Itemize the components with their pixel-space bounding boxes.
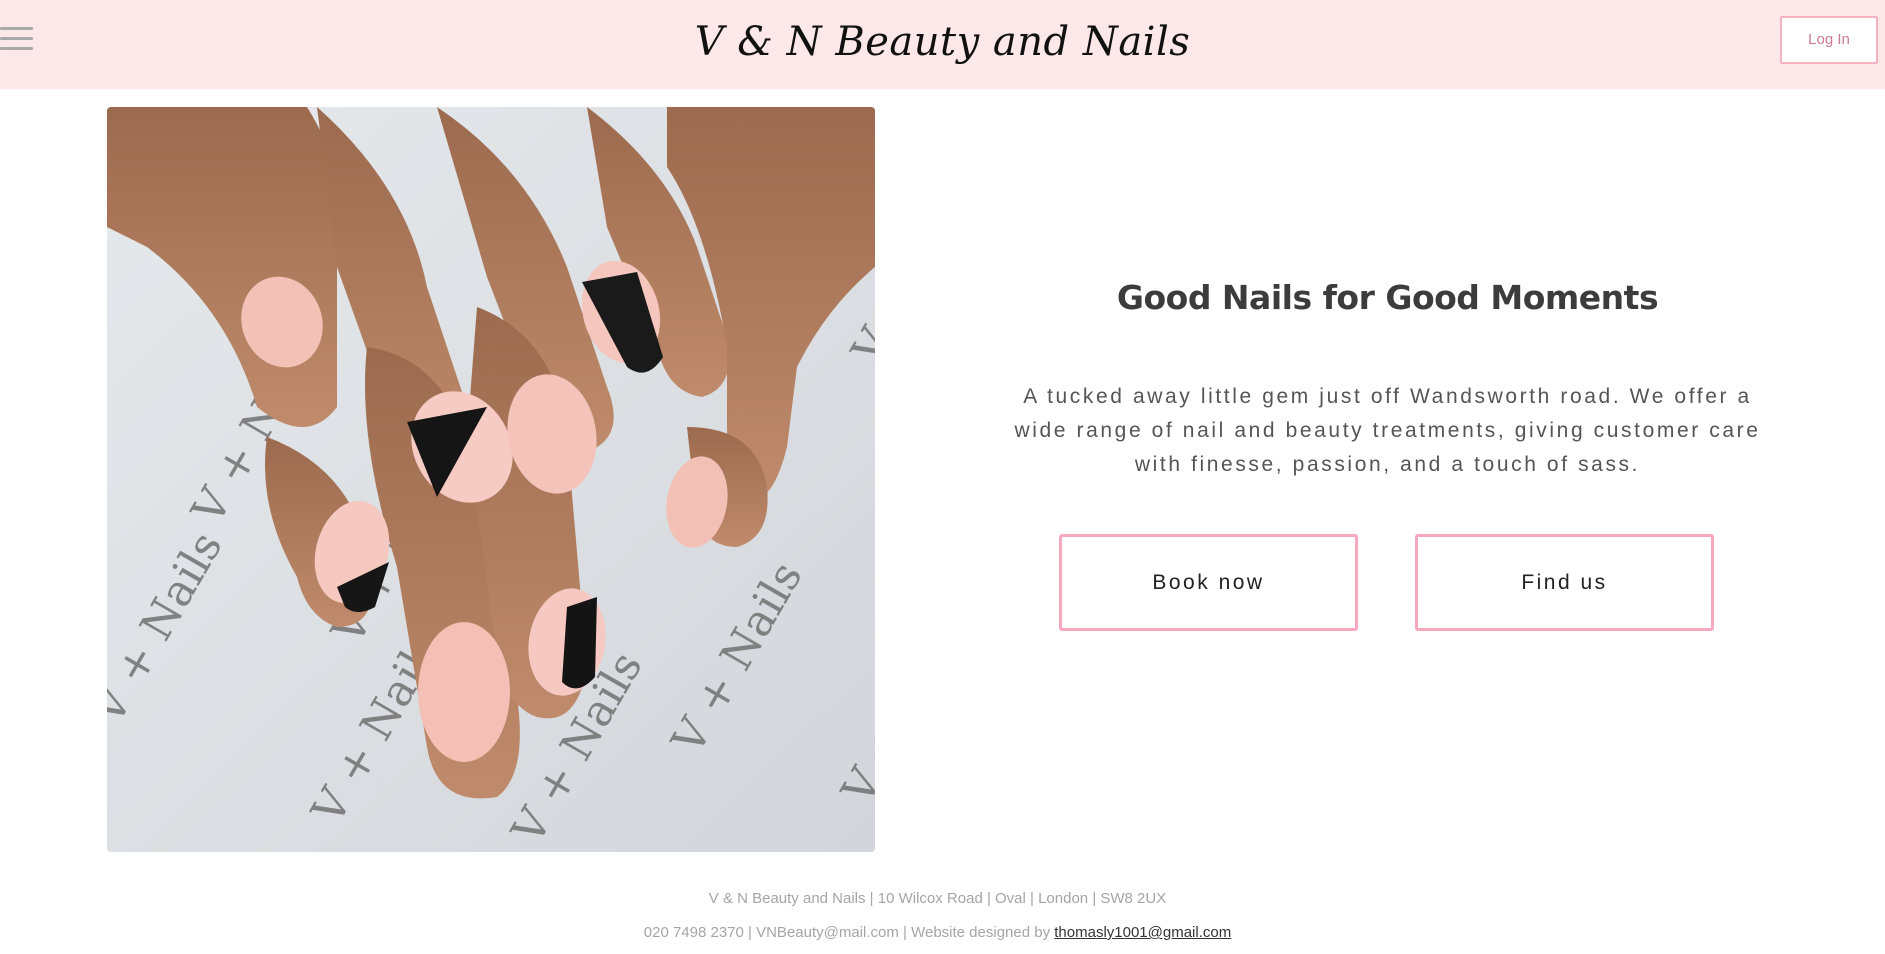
find-us-button[interactable]: Find us xyxy=(1415,534,1714,631)
login-button[interactable]: Log In xyxy=(1780,16,1878,64)
manicured-nails-photo: V + Nails V + Nails V + Nails V + Nails … xyxy=(107,107,875,852)
site-header: V & N Beauty and Nails Log In xyxy=(0,0,1885,89)
designer-email-link[interactable]: thomasly1001@gmail.com xyxy=(1054,924,1231,941)
footer-address: V & N Beauty and Nails | 10 Wilcox Road … xyxy=(708,890,1167,907)
book-now-button[interactable]: Book now xyxy=(1059,534,1358,631)
hero-description: A tucked away little gem just off Wandsw… xyxy=(1014,385,1761,476)
footer-contact: 020 7498 2370 | VNBeauty@mail.com | Webs… xyxy=(643,924,1055,941)
footer-contact-line: 020 7498 2370 | VNBeauty@mail.com | Webs… xyxy=(0,924,1875,941)
site-title[interactable]: V & N Beauty and Nails xyxy=(0,12,1885,72)
hero-headline: Good Nails for Good Moments xyxy=(1116,278,1659,317)
